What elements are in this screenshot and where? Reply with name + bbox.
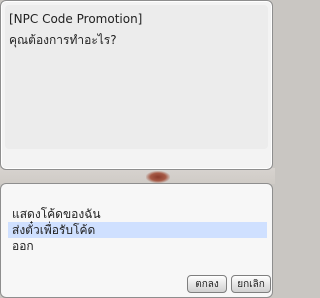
ok-button[interactable]: ตกลง [187,275,227,293]
menu-option-send-ticket-for-code[interactable]: ส่งตั๋วเพื่อรับโค้ด [8,222,267,238]
menu-option-show-my-code[interactable]: แสดงโค้ดของฉัน [8,206,267,222]
game-world-detail [146,171,170,183]
npc-dialog-window: [NPC Code Promotion] คุณต้องการทำอะไร? [0,0,273,170]
npc-dialog-text-area [5,5,268,149]
menu-selection-window: แสดงโค้ดของฉัน ส่งตั๋วเพื่อรับโค้ด ออก ต… [0,183,273,298]
npc-name-title: [NPC Code Promotion] [9,12,143,26]
menu-options-list: แสดงโค้ดของฉัน ส่งตั๋วเพื่อรับโค้ด ออก [8,206,267,254]
game-world-background [0,168,275,184]
game-scene: [NPC Code Promotion] คุณต้องการทำอะไร? แ… [0,0,275,298]
menu-option-exit[interactable]: ออก [8,238,267,254]
npc-message: คุณต้องการทำอะไร? [9,33,117,47]
cancel-button[interactable]: ยกเลิก [231,275,271,293]
